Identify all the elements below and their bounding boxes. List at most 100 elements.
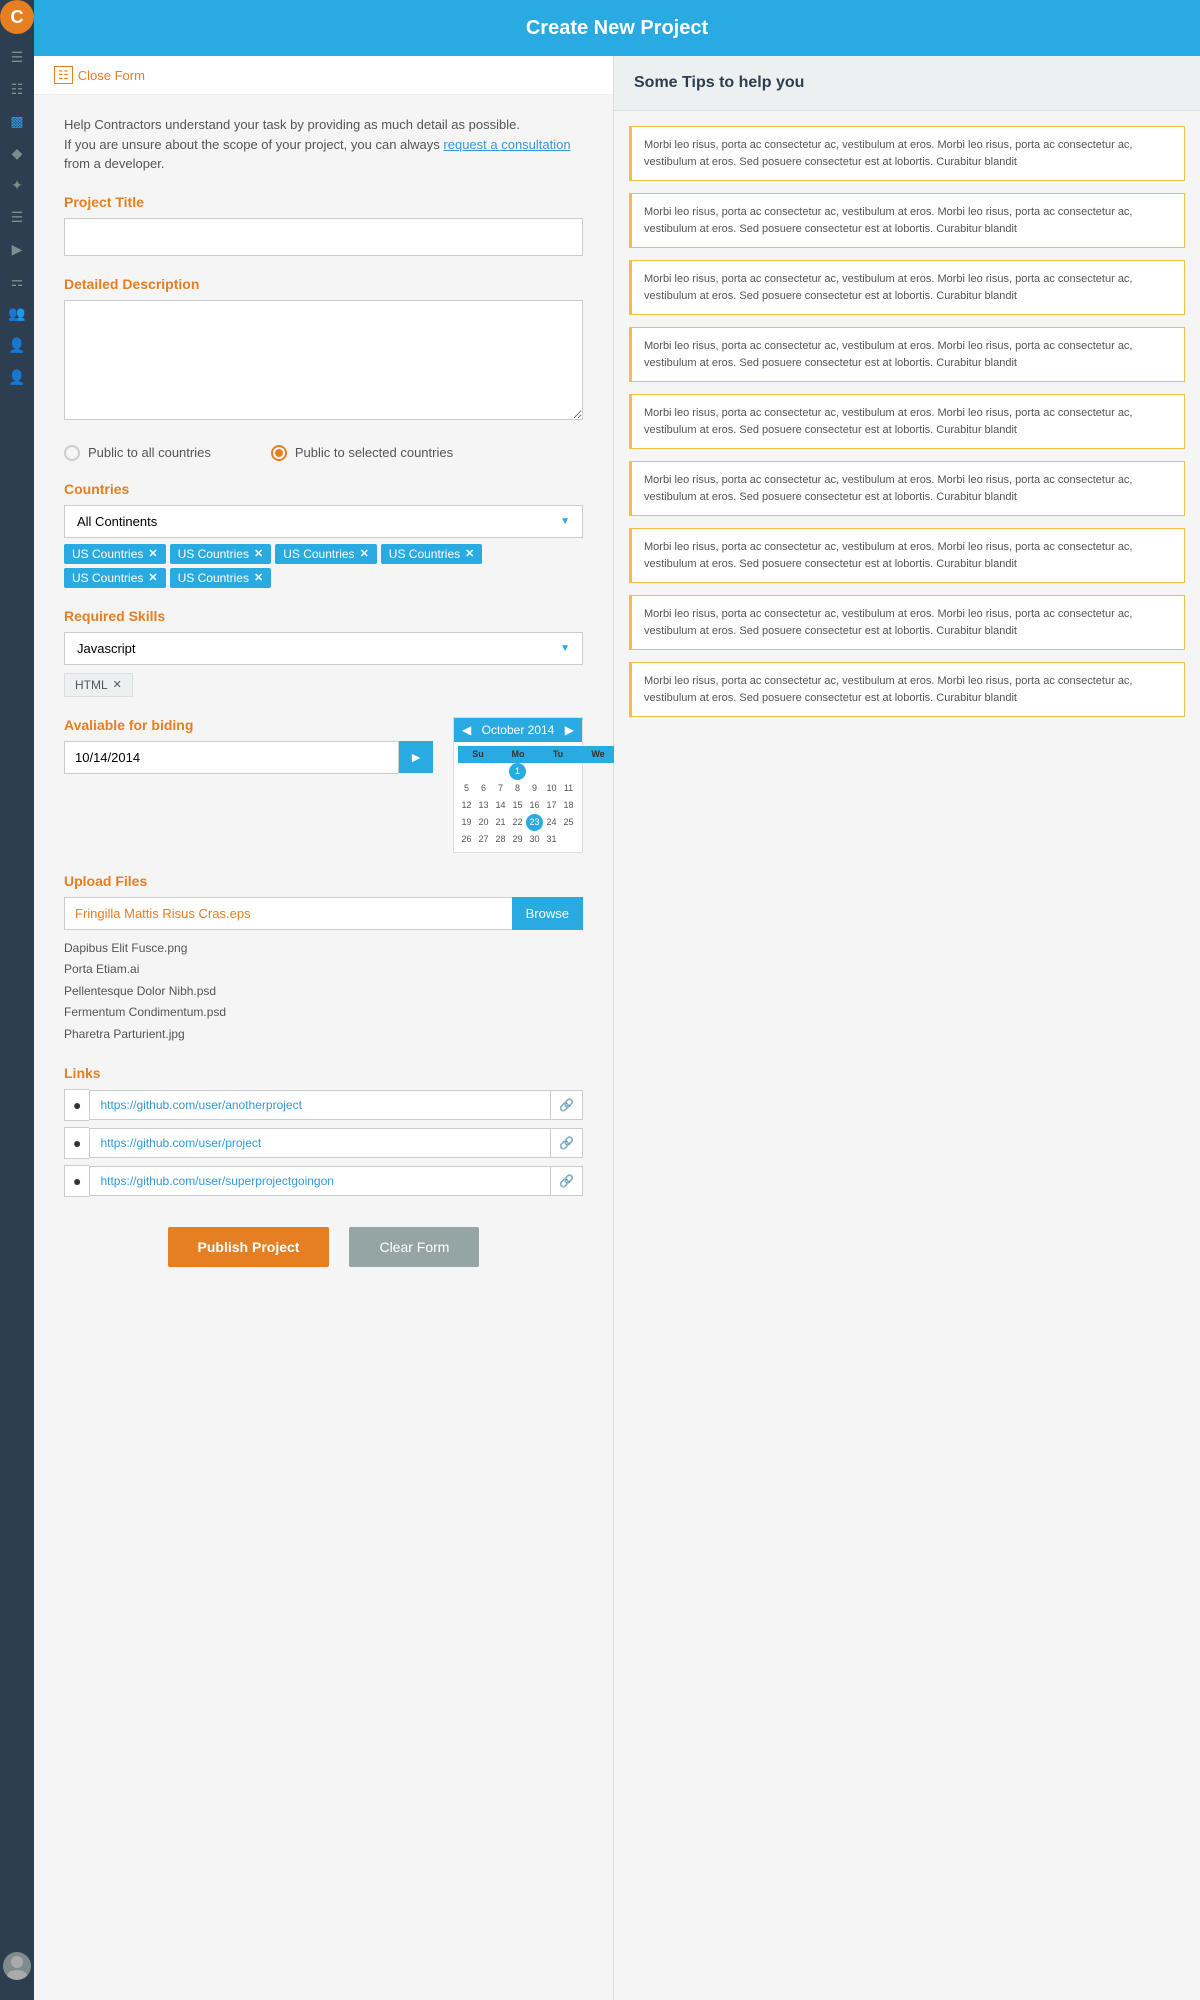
country-tag-5-close[interactable]: ✕: [148, 571, 157, 584]
description-group: Detailed Description: [64, 276, 583, 425]
help-line1: Help Contractors understand your task by…: [64, 117, 520, 132]
link-row-3: ● 🔗: [64, 1165, 583, 1197]
sidebar-icon-projects[interactable]: ▩: [0, 106, 34, 136]
description-input[interactable]: [64, 300, 583, 420]
file-item-3: Pellentesque Dolor Nibh.psd: [64, 981, 583, 1003]
clear-button[interactable]: Clear Form: [349, 1227, 479, 1267]
radio-selected-circle: [271, 445, 287, 461]
upload-group: Upload Files Fringilla Mattis Risus Cras…: [64, 873, 583, 1046]
country-tag-4: US Countries ✕: [381, 544, 483, 564]
file-item-5: Pharetra Parturient.jpg: [64, 1024, 583, 1046]
sidebar-icon-menu[interactable]: ☰: [0, 42, 34, 72]
country-tag-3-label: US Countries: [283, 547, 354, 561]
date-input[interactable]: 10/14/2014: [64, 741, 399, 774]
countries-select-wrapper: All Continents ▼: [64, 505, 583, 538]
tips-area: Some Tips to help you Morbi leo risus, p…: [614, 56, 1200, 2000]
sidebar-icon-grid[interactable]: ☷: [0, 74, 34, 104]
tip-card-4: Morbi leo risus, porta ac consectetur ac…: [629, 327, 1185, 382]
help-line3: from a developer.: [64, 156, 164, 171]
tips-header: Some Tips to help you: [614, 56, 1200, 111]
consultation-link[interactable]: request a consultation: [443, 137, 570, 152]
help-text: Help Contractors understand your task by…: [64, 115, 583, 174]
links-group: Links ● 🔗 ● 🔗 ● 🔗: [64, 1065, 583, 1197]
country-tag-6-label: US Countries: [178, 571, 249, 585]
calendar-day-1[interactable]: 1: [509, 763, 526, 780]
sidebar-icon-user1[interactable]: 👤: [0, 330, 34, 360]
page-title: Create New Project: [254, 17, 980, 40]
countries-label: Countries: [64, 481, 583, 497]
sidebar-icon-play[interactable]: ▶: [0, 234, 34, 264]
calendar-month-label: October 2014: [482, 723, 555, 737]
tip-card-1: Morbi leo risus, porta ac consectetur ac…: [629, 126, 1185, 181]
tip-card-5: Morbi leo risus, porta ac consectetur ac…: [629, 394, 1185, 449]
link-action-1[interactable]: 🔗: [550, 1090, 583, 1120]
country-tag-2: US Countries ✕: [170, 544, 272, 564]
skill-tags-container: HTML ✕: [64, 673, 583, 697]
skills-dropdown[interactable]: Javascript ▼: [64, 632, 583, 665]
country-tag-3-close[interactable]: ✕: [360, 547, 369, 560]
page-header: Create New Project: [34, 0, 1200, 56]
publish-button[interactable]: Publish Project: [168, 1227, 330, 1267]
link-action-3[interactable]: 🔗: [550, 1166, 583, 1196]
link-row-1: ● 🔗: [64, 1089, 583, 1121]
country-tag-6-close[interactable]: ✕: [254, 571, 263, 584]
country-tag-1-label: US Countries: [72, 547, 143, 561]
link-github-icon-2: ●: [64, 1127, 89, 1159]
link-action-2[interactable]: 🔗: [550, 1128, 583, 1158]
link-github-icon-1: ●: [64, 1089, 89, 1121]
skills-label: Required Skills: [64, 608, 583, 624]
date-next-button[interactable]: ►: [399, 741, 433, 773]
date-section: Avaliable for biding 10/14/2014 ► ◀ Octo…: [64, 717, 583, 853]
form-buttons: Publish Project Clear Form: [64, 1227, 583, 1287]
link-row-2: ● 🔗: [64, 1127, 583, 1159]
sidebar-icon-layers[interactable]: ⚎: [0, 266, 34, 296]
countries-group: Countries All Continents ▼ US Countries …: [64, 481, 583, 588]
country-tag-5-label: US Countries: [72, 571, 143, 585]
sidebar-icon-team[interactable]: 👥: [0, 298, 34, 328]
tip-card-8: Morbi leo risus, porta ac consectetur ac…: [629, 595, 1185, 650]
country-tag-2-close[interactable]: ✕: [254, 547, 263, 560]
sidebar-icon-list[interactable]: ☰: [0, 202, 34, 232]
skill-tag-html: HTML ✕: [64, 673, 133, 697]
sidebar-icon-user2[interactable]: 👤: [0, 362, 34, 392]
calendar-widget: ◀ October 2014 ▶ Su Mo Tu We Th: [453, 717, 583, 853]
calendar-prev-button[interactable]: ◀: [462, 723, 471, 737]
country-tag-5: US Countries ✕: [64, 568, 166, 588]
calendar-day-23[interactable]: 23: [526, 814, 543, 831]
sidebar-icon-flower[interactable]: ✦: [0, 170, 34, 200]
close-form-button[interactable]: ☷ Close Form: [54, 66, 145, 84]
country-tag-1-close[interactable]: ✕: [148, 547, 157, 560]
skills-select-wrapper: Javascript ▼: [64, 632, 583, 665]
form-container: Help Contractors understand your task by…: [34, 95, 613, 1317]
country-tag-4-close[interactable]: ✕: [465, 547, 474, 560]
calendar-next-button[interactable]: ▶: [565, 723, 574, 737]
country-tag-1: US Countries ✕: [64, 544, 166, 564]
tip-card-6: Morbi leo risus, porta ac consectetur ac…: [629, 461, 1185, 516]
skills-group: Required Skills Javascript ▼ HTML ✕: [64, 608, 583, 697]
countries-value: All Continents: [77, 514, 157, 529]
app-logo[interactable]: C: [0, 0, 34, 34]
upload-input-row: Fringilla Mattis Risus Cras.eps Browse: [64, 897, 583, 930]
upload-input[interactable]: Fringilla Mattis Risus Cras.eps: [64, 897, 512, 930]
project-title-group: Project Title: [64, 194, 583, 256]
countries-dropdown[interactable]: All Continents ▼: [64, 505, 583, 538]
link-input-3[interactable]: [89, 1166, 550, 1196]
link-input-2[interactable]: [89, 1128, 550, 1158]
browse-button[interactable]: Browse: [512, 897, 583, 930]
radio-selected-label: Public to selected countries: [295, 445, 453, 460]
user-avatar[interactable]: [3, 1952, 31, 1980]
tips-list: Morbi leo risus, porta ac consectetur ac…: [614, 111, 1200, 732]
file-item-4: Fermentum Condimentum.psd: [64, 1002, 583, 1024]
radio-public-selected[interactable]: Public to selected countries: [271, 445, 453, 461]
skill-tag-html-close[interactable]: ✕: [113, 678, 122, 691]
links-label: Links: [64, 1065, 583, 1081]
project-title-input[interactable]: [64, 218, 583, 256]
project-title-label: Project Title: [64, 194, 583, 210]
radio-public-all[interactable]: Public to all countries: [64, 445, 211, 461]
link-input-1[interactable]: [89, 1090, 550, 1120]
help-line2: If you are unsure about the scope of you…: [64, 137, 440, 152]
calendar: ◀ October 2014 ▶ Su Mo Tu We Th: [453, 717, 583, 853]
country-tag-4-label: US Countries: [389, 547, 460, 561]
description-label: Detailed Description: [64, 276, 583, 292]
sidebar-icon-diamond[interactable]: ◆: [0, 138, 34, 168]
